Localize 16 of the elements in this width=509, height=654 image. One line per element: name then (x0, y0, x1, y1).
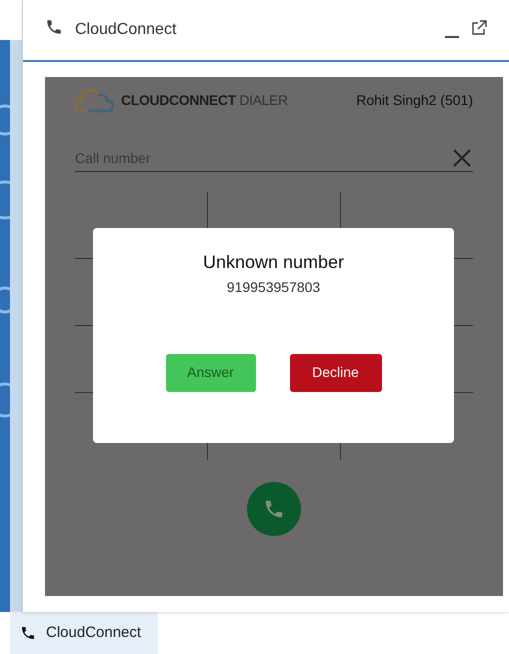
user-name: Rohit Singh2 (501) (356, 90, 473, 110)
taskbar-label: CloudConnect (46, 622, 142, 643)
window-title: CloudConnect (75, 20, 178, 40)
cloud-logo-icon (75, 87, 115, 113)
caller-name: Unknown number (202, 251, 344, 274)
decline-button[interactable]: Decline (290, 354, 382, 392)
answer-button[interactable]: Answer (166, 354, 256, 392)
phone-icon (263, 498, 285, 520)
taskbar-item[interactable]: CloudConnect (10, 612, 158, 654)
caller-number: 919953957803 (226, 278, 320, 296)
popout-icon[interactable] (471, 20, 487, 36)
brand-name: CLOUDCONNECT DIALER (121, 90, 289, 110)
phone-icon (45, 18, 63, 36)
call-button[interactable] (247, 482, 301, 536)
phone-icon (20, 625, 36, 641)
close-icon[interactable] (453, 149, 471, 167)
